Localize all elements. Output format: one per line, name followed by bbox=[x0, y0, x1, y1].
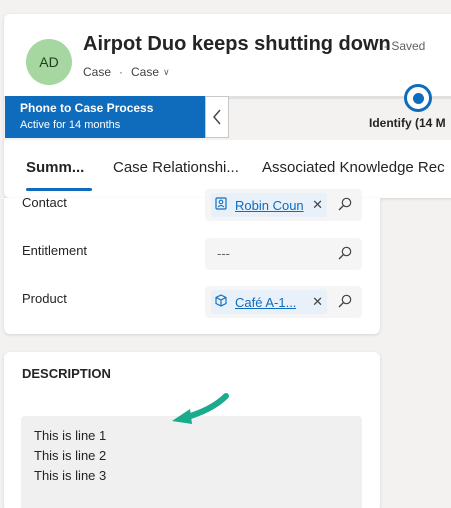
save-status: - Saved bbox=[384, 39, 426, 53]
separator-dot: · bbox=[119, 65, 124, 79]
active-tab-indicator bbox=[26, 188, 92, 191]
contact-tag[interactable]: Robin Coun ✕ bbox=[211, 193, 327, 217]
chevron-down-icon[interactable]: ∨ bbox=[163, 67, 170, 78]
record-title: Airpot Duo keeps shutting down bbox=[83, 33, 391, 55]
remove-contact-icon[interactable]: ✕ bbox=[312, 197, 323, 213]
product-box-icon bbox=[215, 294, 227, 310]
tab-case-relationships[interactable]: Case Relationshi... bbox=[113, 159, 239, 176]
avatar: AD bbox=[26, 39, 72, 85]
description-heading: DESCRIPTION bbox=[22, 366, 111, 381]
entitlement-value: --- bbox=[217, 246, 230, 261]
search-icon[interactable] bbox=[338, 246, 352, 260]
description-textarea[interactable]: This is line 1 This is line 2 This is li… bbox=[21, 416, 362, 508]
description-line: This is line 1 bbox=[34, 428, 107, 443]
contact-card-icon bbox=[215, 197, 227, 213]
record-subtitle: Case · Case ∨ bbox=[83, 65, 170, 79]
product-value[interactable]: Café A-1... bbox=[235, 295, 296, 310]
search-icon[interactable] bbox=[338, 294, 352, 308]
stage-label[interactable]: Identify (14 M bbox=[369, 116, 446, 130]
product-tag[interactable]: Café A-1... ✕ bbox=[211, 290, 327, 314]
description-line: This is line 3 bbox=[34, 468, 107, 483]
process-flyout-button[interactable]: Phone to Case Process Active for 14 mont… bbox=[5, 96, 205, 138]
chevron-left-icon[interactable] bbox=[205, 96, 229, 138]
description-section: DESCRIPTION This is line 1 This is line … bbox=[4, 352, 380, 508]
search-icon[interactable] bbox=[338, 197, 352, 211]
contact-value[interactable]: Robin Coun bbox=[235, 198, 304, 213]
record-header-card: AD Airpot Duo keeps shutting down - Save… bbox=[4, 14, 451, 198]
product-label: Product bbox=[22, 291, 67, 306]
annotation-arrow-icon bbox=[172, 393, 229, 424]
summary-fields-section: Contact Robin Coun ✕ Entitlement --- Pro… bbox=[4, 189, 380, 334]
active-stage-indicator[interactable] bbox=[404, 84, 432, 112]
tab-summary[interactable]: Summ... bbox=[26, 159, 84, 176]
remove-product-icon[interactable]: ✕ bbox=[312, 294, 323, 310]
entitlement-lookup[interactable]: --- bbox=[205, 238, 362, 270]
entity-name: Case bbox=[83, 65, 112, 79]
tab-associated-knowledge[interactable]: Associated Knowledge Rec bbox=[262, 159, 445, 176]
contact-label: Contact bbox=[22, 195, 67, 210]
process-age: Active for 14 months bbox=[20, 119, 121, 131]
contact-lookup[interactable]: Robin Coun ✕ bbox=[205, 189, 362, 221]
product-lookup[interactable]: Café A-1... ✕ bbox=[205, 286, 362, 318]
process-name: Phone to Case Process bbox=[20, 101, 154, 115]
description-line: This is line 2 bbox=[34, 448, 107, 463]
entitlement-label: Entitlement bbox=[22, 243, 88, 258]
form-selector[interactable]: Case bbox=[131, 65, 159, 79]
